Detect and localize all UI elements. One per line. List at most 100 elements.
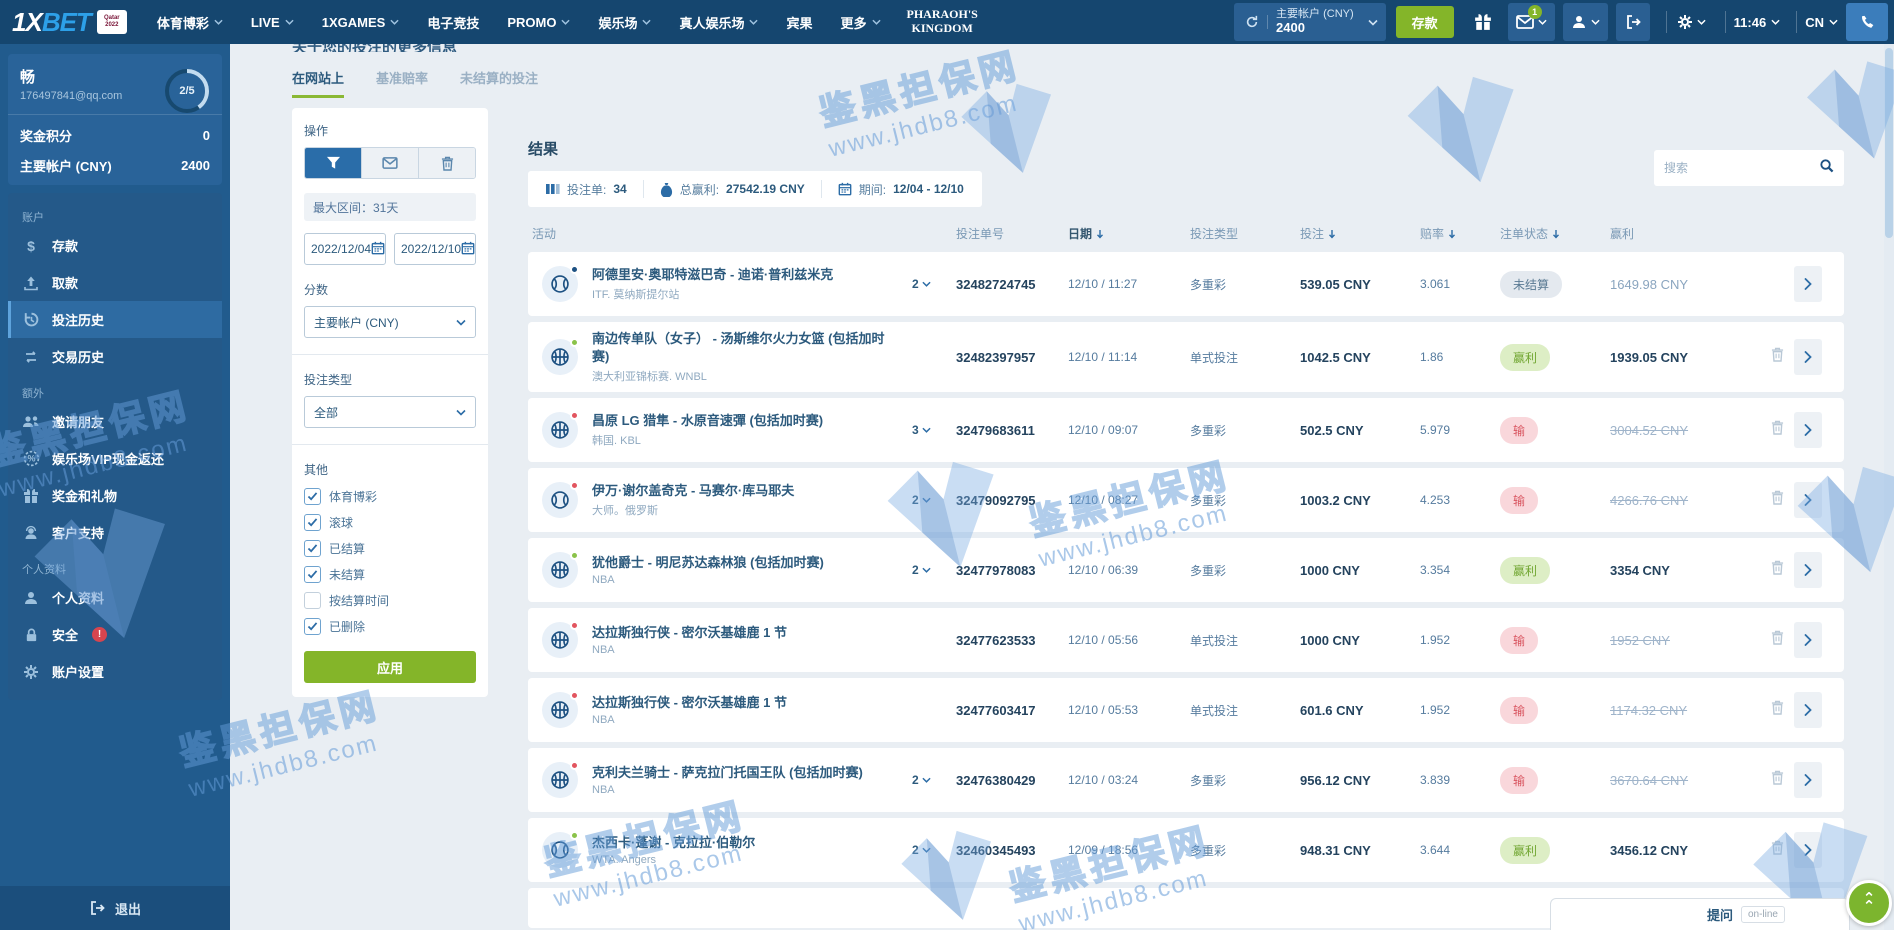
nav-item[interactable]: 真人娱乐场 bbox=[679, 13, 759, 32]
refresh-balance-icon[interactable] bbox=[1242, 15, 1269, 29]
sidebar-item[interactable]: % 娱乐场VIP现金返还 bbox=[8, 440, 222, 477]
tab[interactable]: 基准赔率 bbox=[376, 68, 428, 98]
event-title[interactable]: 达拉斯独行侠 - 密尔沃基雄鹿 1 节 bbox=[592, 624, 898, 642]
nav-item[interactable]: 娱乐场 bbox=[598, 13, 652, 32]
nav-item[interactable]: 宾果 bbox=[786, 13, 812, 32]
expand-count[interactable]: 2 bbox=[912, 277, 919, 291]
checkbox-icon[interactable] bbox=[304, 540, 321, 557]
scrollbar-thumb[interactable] bbox=[1885, 48, 1893, 238]
sidebar-item[interactable]: 个人资料 bbox=[8, 579, 222, 616]
search-input[interactable] bbox=[1664, 161, 1819, 175]
logout-icon-button[interactable] bbox=[1615, 3, 1650, 41]
phone-support-button[interactable] bbox=[1846, 3, 1888, 41]
calendar-icon[interactable] bbox=[371, 241, 385, 258]
event-title[interactable]: 南边传单队（女子） - 汤斯维尔火力女篮 (包括加时赛) bbox=[592, 330, 898, 365]
nav-item[interactable]: 更多 bbox=[841, 13, 881, 32]
event-title[interactable]: 阿德里安·奥耶特滋巴奇 - 迪诺·普利兹米克 bbox=[592, 266, 898, 284]
filter-checkbox[interactable]: 已结算 bbox=[304, 540, 476, 557]
filter-checkbox[interactable]: 体育博彩 bbox=[304, 488, 476, 505]
checkbox-icon[interactable] bbox=[304, 514, 321, 531]
chevron-down-icon[interactable] bbox=[922, 777, 931, 783]
row-detail-button[interactable] bbox=[1794, 482, 1822, 519]
trash-icon[interactable] bbox=[1771, 840, 1784, 860]
sidebar-item[interactable]: 账户设置 bbox=[8, 653, 222, 690]
tab[interactable]: 未结算的投注 bbox=[460, 68, 538, 98]
account-filter-select[interactable]: 主要帐户 (CNY) bbox=[304, 306, 476, 338]
account-selector[interactable]: 主要帐户 (CNY) 2400 bbox=[1234, 3, 1386, 41]
expand-count[interactable]: 2 bbox=[912, 843, 919, 857]
trash-icon[interactable] bbox=[1771, 630, 1784, 650]
column-header[interactable]: 注单状态 bbox=[1500, 225, 1610, 242]
trash-icon[interactable] bbox=[1771, 700, 1784, 720]
chevron-down-icon[interactable] bbox=[922, 281, 931, 287]
column-header[interactable]: 日期 bbox=[1068, 225, 1190, 242]
vertical-scrollbar[interactable] bbox=[1884, 44, 1894, 930]
row-detail-button[interactable] bbox=[1794, 552, 1822, 589]
event-title[interactable]: 杰西卡·蓬谢 - 克拉拉·伯勒尔 bbox=[592, 834, 898, 852]
sidebar-item[interactable]: 奖金和礼物 bbox=[8, 477, 222, 514]
trash-icon[interactable] bbox=[1771, 347, 1784, 367]
checkbox-icon[interactable] bbox=[304, 618, 321, 635]
delete-bets-button[interactable] bbox=[419, 148, 475, 178]
date-from-input[interactable]: 2022/12/04 bbox=[304, 233, 386, 265]
search-icon[interactable] bbox=[1819, 158, 1834, 178]
tab[interactable]: 在网站上 bbox=[292, 68, 345, 98]
nav-item[interactable]: PROMO bbox=[507, 15, 571, 30]
nav-item[interactable]: LIVE bbox=[251, 15, 294, 30]
filter-checkbox[interactable]: 已删除 bbox=[304, 618, 476, 635]
deposit-button[interactable]: 存款 bbox=[1395, 6, 1454, 38]
apply-button[interactable]: 应用 bbox=[304, 651, 476, 683]
row-detail-button[interactable] bbox=[1794, 622, 1822, 659]
filter-checkbox[interactable]: 按结算时间 bbox=[304, 592, 476, 609]
event-title[interactable]: 犹他爵士 - 明尼苏达森林狼 (包括加时赛) bbox=[592, 554, 898, 572]
chevron-down-icon[interactable] bbox=[922, 847, 931, 853]
time-selector[interactable]: 11:46 bbox=[1734, 15, 1781, 30]
event-title[interactable]: 克利夫兰骑士 - 萨克拉门托国王队 (包括加时赛) bbox=[592, 764, 898, 782]
nav-item[interactable]: 体育博彩 bbox=[157, 13, 223, 32]
nav-item[interactable]: 1XGAMES bbox=[322, 15, 400, 30]
trash-icon[interactable] bbox=[1771, 490, 1784, 510]
checkbox-icon[interactable] bbox=[304, 566, 321, 583]
chat-open-button[interactable]: ⌃ ⌃ bbox=[1846, 880, 1892, 926]
row-detail-button[interactable] bbox=[1794, 762, 1822, 799]
pharaohs-kingdom-link[interactable]: PHARAOH'S KINGDOM bbox=[907, 7, 978, 36]
event-title[interactable]: 伊万·谢尔盖奇克 - 马赛尔·库马耶夫 bbox=[592, 482, 898, 500]
settings-button[interactable] bbox=[1675, 3, 1709, 41]
messages-button[interactable]: 1 bbox=[1507, 3, 1555, 41]
chevron-down-icon[interactable] bbox=[922, 567, 931, 573]
profile-menu-button[interactable] bbox=[1562, 3, 1608, 41]
sidebar-item[interactable]: 客户支持 bbox=[8, 514, 222, 551]
profile-progress-ring[interactable]: 2/5 bbox=[164, 68, 210, 114]
expand-count[interactable]: 3 bbox=[912, 423, 919, 437]
event-title[interactable]: 昌原 LG 猎隼 - 水原音速彈 (包括加时赛) bbox=[592, 412, 898, 430]
row-detail-button[interactable] bbox=[1794, 266, 1822, 302]
row-detail-button[interactable] bbox=[1794, 412, 1822, 449]
expand-count[interactable]: 2 bbox=[912, 563, 919, 577]
chevron-down-icon[interactable] bbox=[922, 497, 931, 503]
date-to-input[interactable]: 2022/12/10 bbox=[394, 233, 476, 265]
logout-button[interactable]: 退出 bbox=[0, 886, 230, 930]
chevron-down-icon[interactable] bbox=[922, 427, 931, 433]
bonus-gift-button[interactable] bbox=[1466, 3, 1500, 41]
sidebar-item[interactable]: 投注历史 bbox=[8, 301, 222, 338]
bet-type-select[interactable]: 全部 bbox=[304, 396, 476, 428]
checkbox-icon[interactable] bbox=[304, 488, 321, 505]
language-selector[interactable]: CN bbox=[1805, 15, 1838, 30]
calendar-icon[interactable] bbox=[461, 241, 475, 258]
sidebar-item[interactable]: $ 存款 bbox=[8, 227, 222, 264]
expand-count[interactable]: 2 bbox=[912, 493, 919, 507]
sidebar-item[interactable]: 安全! bbox=[8, 616, 222, 653]
event-title[interactable]: 达拉斯独行侠 - 密尔沃基雄鹿 1 节 bbox=[592, 694, 898, 712]
row-detail-button[interactable] bbox=[1794, 832, 1822, 869]
mail-export-button[interactable] bbox=[362, 148, 419, 178]
expand-count[interactable]: 2 bbox=[912, 773, 919, 787]
checkbox-icon[interactable] bbox=[304, 592, 321, 609]
row-detail-button[interactable] bbox=[1794, 692, 1822, 729]
sidebar-item[interactable]: 取款 bbox=[8, 264, 222, 301]
filter-checkbox[interactable]: 未结算 bbox=[304, 566, 476, 583]
row-detail-button[interactable] bbox=[1794, 339, 1822, 376]
column-header[interactable]: 赔率 bbox=[1420, 225, 1500, 242]
filter-checkbox[interactable]: 滚球 bbox=[304, 514, 476, 531]
trash-icon[interactable] bbox=[1771, 420, 1784, 440]
ask-question-label[interactable]: 提问 bbox=[1707, 905, 1733, 924]
